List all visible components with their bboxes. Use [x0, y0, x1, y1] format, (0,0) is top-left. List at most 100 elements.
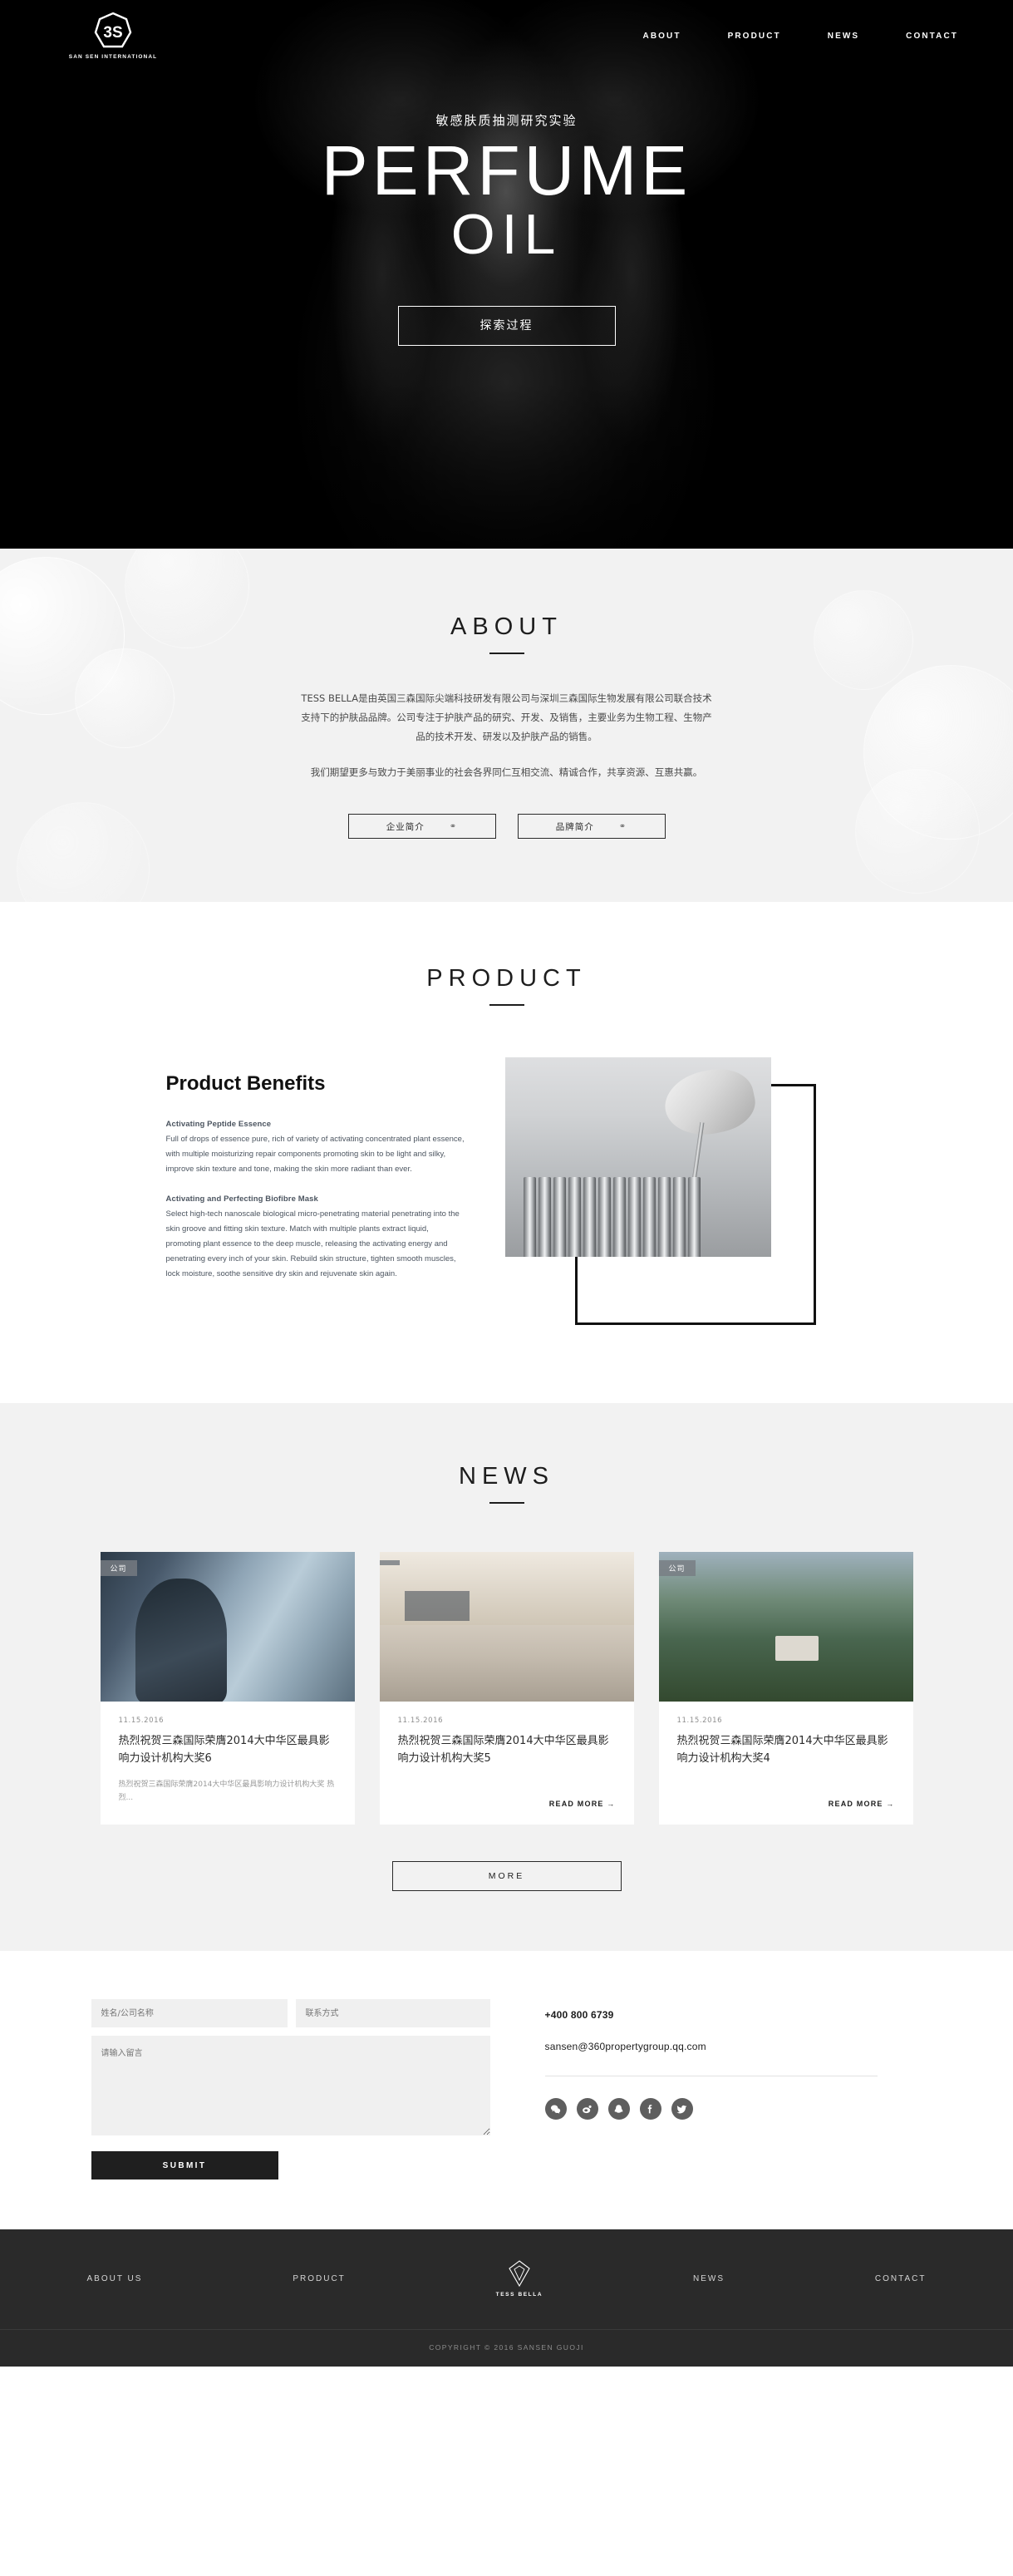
news-more-wrap: MORE — [0, 1861, 1013, 1891]
nav-item-contact[interactable]: CONTACT — [906, 32, 958, 41]
submit-button[interactable]: SUBMIT — [91, 2151, 278, 2180]
footer-logo[interactable]: TESS BELLA — [496, 2259, 543, 2298]
site-footer: ABOUT US PRODUCT TESS BELLA NEWS CONTACT… — [0, 2229, 1013, 2367]
logo-3s-icon: 3S — [94, 12, 132, 52]
news-heading: NEWS — [0, 1463, 1013, 1504]
news-title-text[interactable]: 热烈祝贺三森国际荣膺2014大中华区最具影响力设计机构大奖6 — [119, 1733, 337, 1768]
news-title: NEWS — [459, 1463, 554, 1490]
footer-navigation: ABOUT US PRODUCT TESS BELLA NEWS CONTACT — [87, 2259, 927, 2298]
product-heading: PRODUCT — [0, 965, 1013, 1006]
copyright-text: COPYRIGHT © 2016 SANSEN GUOJI — [429, 2343, 584, 2352]
news-title-rule — [489, 1502, 524, 1504]
contact-info: +400 800 6739 sansen@360propertygroup.qq… — [544, 1999, 878, 2180]
nav-item-product[interactable]: PRODUCT — [728, 32, 781, 41]
qq-icon[interactable] — [607, 2098, 630, 2120]
hero-title-line2: OIL — [450, 203, 563, 267]
news-grid: 公司 11.15.2016 热烈祝贺三森国际荣膺2014大中华区最具影响力设计机… — [0, 1552, 1013, 1825]
contact-method-input[interactable] — [295, 1999, 490, 2027]
twitter-icon[interactable] — [671, 2098, 693, 2120]
hero-title-line1: PERFUME — [321, 131, 692, 209]
read-more-link[interactable]: READ MORE → — [829, 1800, 895, 1808]
about-paragraph-2: 我们期望更多与致力于美丽事业的社会各界同仁互相交流、精诚合作，共享资源、互惠共赢… — [310, 766, 703, 778]
product-block-1: Activating Peptide Essence Full of drops… — [166, 1117, 465, 1177]
product-title: PRODUCT — [426, 965, 587, 992]
hero-section: 3S SAN SEN INTERNATIONAL ABOUT PRODUCT N… — [0, 0, 1013, 549]
product-block-1-heading: Activating Peptide Essence — [165, 1120, 272, 1129]
news-date: 11.15.2016 — [676, 1717, 723, 1725]
product-image-column — [499, 1057, 848, 1332]
svg-text:3S: 3S — [103, 24, 122, 42]
product-block-2-body: Select high-tech nanoscale biological mi… — [165, 1209, 460, 1279]
social-links — [544, 2098, 878, 2120]
news-category-badge — [379, 1560, 400, 1565]
contact-email[interactable]: sansen@360propertygroup.qq.com — [545, 2041, 878, 2052]
hero-cta-button[interactable]: 探索过程 — [397, 306, 616, 347]
brand-profile-button[interactable]: 品牌简介 ⚭ — [517, 814, 666, 839]
link-icon: ⚭ — [618, 821, 627, 831]
news-section: NEWS 公司 11.15.2016 热烈祝贺三森国际荣膺2014大中华区最具影… — [0, 1403, 1013, 1951]
name-input[interactable] — [91, 1999, 288, 2027]
news-title-text[interactable]: 热烈祝贺三森国际荣膺2014大中华区最具影响力设计机构大奖5 — [398, 1733, 616, 1768]
footer-logo-icon — [507, 2259, 532, 2288]
news-thumbnail[interactable] — [379, 1552, 634, 1702]
top-navigation-bar: 3S SAN SEN INTERNATIONAL ABOUT PRODUCT N… — [0, 0, 1013, 60]
message-textarea[interactable] — [91, 2036, 490, 2135]
news-card-body: 11.15.2016 热烈祝贺三森国际荣膺2014大中华区最具影响力设计机构大奖… — [380, 1702, 634, 1825]
contact-form: SUBMIT — [91, 1999, 490, 2180]
read-more-link[interactable]: READ MORE → — [549, 1800, 616, 1808]
about-paragraph-1: TESS BELLA是由英国三森国际尖端科技研发有限公司与深圳三森国际生物发展有… — [301, 692, 712, 742]
nav-item-about[interactable]: ABOUT — [643, 32, 681, 41]
news-date: 11.15.2016 — [118, 1717, 165, 1725]
product-block-2: Activating and Perfecting Biofibre Mask … — [166, 1192, 465, 1282]
product-benefits-heading: Product Benefits — [165, 1072, 326, 1095]
news-category-badge: 公司 — [100, 1560, 137, 1576]
news-thumbnail[interactable]: 公司 — [658, 1552, 913, 1702]
footer-link-contact[interactable]: CONTACT — [875, 2274, 927, 2283]
about-title: ABOUT — [450, 613, 563, 640]
product-section: PRODUCT Product Benefits Activating Pept… — [0, 902, 1013, 1403]
news-card-body: 11.15.2016 热烈祝贺三森国际荣膺2014大中华区最具影响力设计机构大奖… — [659, 1702, 913, 1825]
product-block-1-body: Full of drops of essence pure, rich of v… — [165, 1135, 465, 1175]
product-block-2-heading: Activating and Perfecting Biofibre Mask — [165, 1194, 318, 1204]
about-copy: TESS BELLA是由英国三森国际尖端科技研发有限公司与深圳三森国际生物发展有… — [299, 689, 715, 782]
news-date: 11.15.2016 — [397, 1717, 444, 1725]
brand-profile-label: 品牌简介 — [555, 821, 594, 832]
news-card[interactable]: 公司 11.15.2016 热烈祝贺三森国际荣膺2014大中华区最具影响力设计机… — [100, 1552, 355, 1825]
news-thumbnail[interactable]: 公司 — [100, 1552, 355, 1702]
company-profile-button[interactable]: 企业简介 ⚭ — [347, 814, 496, 839]
link-icon: ⚭ — [449, 821, 458, 831]
news-more-button[interactable]: MORE — [391, 1861, 622, 1891]
nav-item-news[interactable]: NEWS — [828, 32, 859, 41]
company-profile-label: 企业简介 — [386, 821, 425, 832]
news-title-text[interactable]: 热烈祝贺三森国际荣膺2014大中华区最具影响力设计机构大奖4 — [677, 1733, 895, 1768]
footer-bottom: COPYRIGHT © 2016 SANSEN GUOJI — [0, 2329, 1013, 2367]
hero-subtitle: 敏感肤质抽测研究实验 — [435, 113, 578, 128]
about-buttons: 企业简介 ⚭ 品牌简介 ⚭ — [0, 814, 1013, 839]
news-card-body: 11.15.2016 热烈祝贺三森国际荣膺2014大中华区最具影响力设计机构大奖… — [101, 1702, 355, 1825]
news-card[interactable]: 11.15.2016 热烈祝贺三森国际荣膺2014大中华区最具影响力设计机构大奖… — [379, 1552, 634, 1825]
product-title-rule — [489, 1004, 524, 1006]
weibo-icon[interactable] — [576, 2098, 598, 2120]
news-category-badge: 公司 — [658, 1560, 696, 1576]
footer-link-news[interactable]: NEWS — [693, 2274, 725, 2283]
contact-section: SUBMIT +400 800 6739 sansen@360propertyg… — [0, 1951, 1013, 2229]
about-section: ABOUT TESS BELLA是由英国三森国际尖端科技研发有限公司与深圳三森国… — [0, 549, 1013, 902]
contact-phone[interactable]: +400 800 6739 — [545, 2009, 878, 2021]
hand-illustration — [658, 1061, 760, 1143]
about-heading: ABOUT — [0, 613, 1013, 654]
test-tubes-illustration — [523, 1177, 701, 1257]
news-card[interactable]: 公司 11.15.2016 热烈祝贺三森国际荣膺2014大中华区最具影响力设计机… — [658, 1552, 913, 1825]
logo-wordmark: SAN SEN INTERNATIONAL — [68, 54, 158, 60]
product-photo — [504, 1057, 771, 1257]
product-body: Product Benefits Activating Peptide Esse… — [108, 1057, 906, 1332]
news-excerpt: 热烈祝贺三森国际荣膺2014大中华区最具影响力设计机构大奖 热烈... — [118, 1780, 335, 1802]
about-title-rule — [489, 653, 524, 654]
product-text-column: Product Benefits Activating Peptide Esse… — [108, 1057, 465, 1282]
footer-link-product[interactable]: PRODUCT — [293, 2274, 345, 2283]
footer-link-about-us[interactable]: ABOUT US — [87, 2274, 143, 2283]
facebook-icon[interactable] — [639, 2098, 661, 2120]
footer-logo-wordmark: TESS BELLA — [495, 2292, 543, 2298]
wechat-icon[interactable] — [544, 2098, 567, 2120]
contact-form-row — [91, 1999, 490, 2027]
site-logo[interactable]: 3S SAN SEN INTERNATIONAL — [47, 12, 179, 60]
